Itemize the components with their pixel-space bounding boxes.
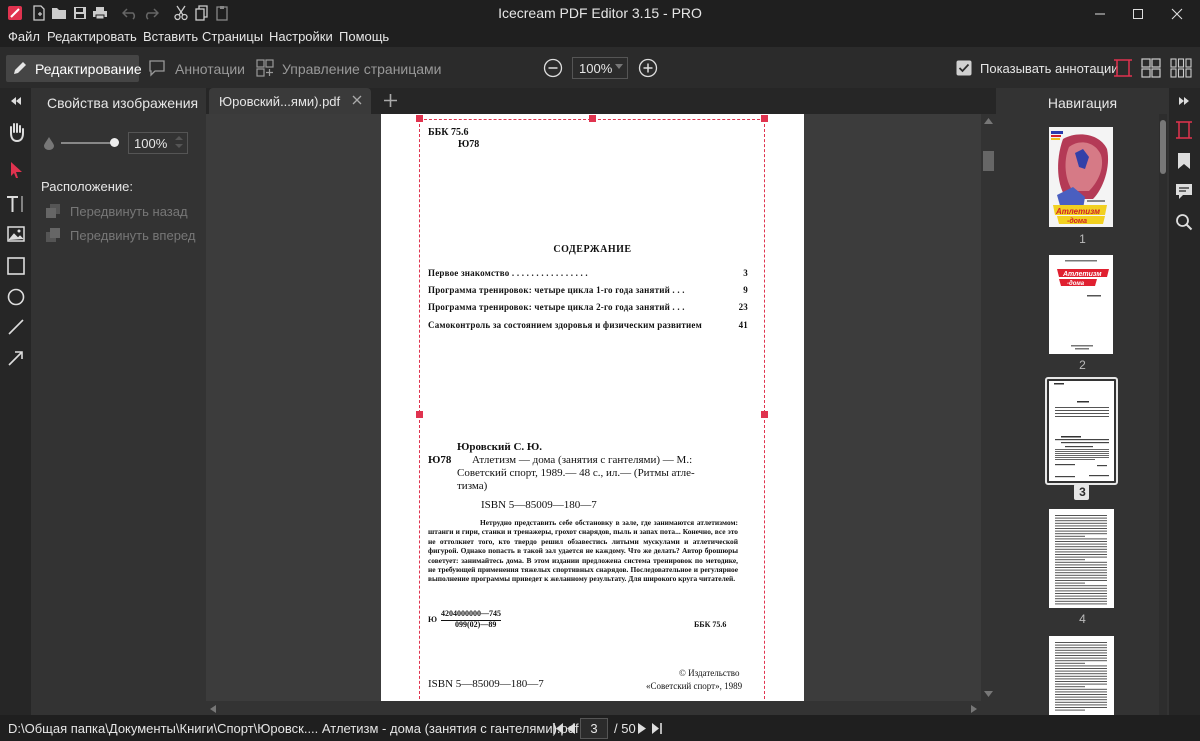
resize-handle[interactable] — [416, 411, 423, 418]
checkbox-icon[interactable] — [956, 60, 972, 76]
properties-title: Свойства изображения — [47, 95, 199, 111]
grid-view-icon[interactable] — [1141, 58, 1161, 78]
save-icon[interactable] — [71, 4, 89, 22]
thumbnail-grid-icon[interactable] — [1170, 58, 1192, 78]
scroll-down-icon[interactable] — [984, 691, 993, 697]
menu-pages[interactable]: Страницы — [202, 29, 263, 44]
image-selection-frame[interactable] — [419, 119, 765, 709]
last-page-icon[interactable] — [652, 723, 662, 734]
tool-column — [0, 88, 31, 715]
menu-help[interactable]: Помощь — [339, 29, 389, 44]
page-thumbnail[interactable] — [1049, 636, 1114, 715]
page-number-label: 3 — [1079, 485, 1086, 499]
layers-icon — [45, 203, 61, 219]
page-thumbnail[interactable]: Атлетизм -дома — [1049, 127, 1113, 227]
move-back-button[interactable]: Передвинуть назад — [70, 204, 188, 219]
page-manager-icon[interactable] — [256, 59, 274, 77]
line-icon[interactable] — [4, 315, 27, 338]
app-logo-icon — [6, 4, 24, 22]
add-tab-icon[interactable] — [384, 94, 397, 107]
page-thumbnail[interactable] — [1049, 381, 1114, 481]
vertical-scrollbar[interactable] — [981, 114, 996, 715]
pencil-icon — [12, 60, 28, 76]
print-icon[interactable] — [91, 4, 109, 22]
close-icon[interactable] — [352, 95, 362, 105]
collapse-right-icon[interactable] — [1178, 96, 1190, 106]
prev-page-icon[interactable] — [567, 723, 575, 734]
open-folder-icon[interactable] — [50, 4, 68, 22]
position-label: Расположение: — [41, 179, 133, 194]
search-icon[interactable] — [1173, 211, 1195, 233]
page-number-input[interactable]: 3 — [580, 718, 608, 739]
page-number-label: 2 — [1079, 358, 1086, 372]
spinner-icon[interactable] — [175, 135, 183, 149]
annotation-icon[interactable] — [148, 59, 166, 77]
resize-handle[interactable] — [761, 411, 768, 418]
collapse-left-icon[interactable] — [10, 96, 22, 106]
navigation-scroll-thumb[interactable] — [1160, 120, 1166, 174]
scroll-up-icon[interactable] — [984, 118, 993, 124]
move-forward-button[interactable]: Передвинуть вперед — [70, 228, 195, 243]
edit-mode-label: Редактирование — [35, 61, 142, 77]
zoom-value: 100% — [579, 61, 613, 76]
menu-edit[interactable]: Редактировать — [47, 29, 137, 44]
page-thumbnail[interactable] — [1049, 509, 1114, 608]
annotations-mode-button[interactable]: Аннотации — [175, 61, 245, 77]
cut-icon[interactable] — [172, 4, 190, 22]
scroll-left-icon[interactable] — [210, 705, 216, 713]
image-tool-icon[interactable] — [4, 222, 27, 245]
undo-icon[interactable] — [121, 4, 139, 22]
redo-icon[interactable] — [142, 4, 160, 22]
opacity-slider-thumb[interactable] — [110, 138, 119, 147]
resize-handle[interactable] — [589, 115, 596, 122]
layers-icon — [45, 227, 61, 243]
next-page-icon[interactable] — [638, 723, 646, 734]
file-path: D:\Общая папка\Документы\Книги\Спорт\Юро… — [8, 721, 579, 736]
zoom-out-icon[interactable] — [543, 58, 563, 78]
paste-icon[interactable] — [213, 4, 231, 22]
copy-icon[interactable] — [193, 4, 211, 22]
first-page-icon[interactable] — [553, 723, 563, 734]
page-number-label: 4 — [1079, 612, 1086, 626]
tab-document-label: Юровский...ями).pdf — [219, 94, 341, 109]
menu-file[interactable]: Файл — [8, 29, 40, 44]
page-nav-icon[interactable] — [1173, 119, 1195, 141]
bookmark-icon[interactable] — [1173, 150, 1195, 172]
total-pages: / 50 — [614, 721, 636, 736]
svg-text:Атлетизм: Атлетизм — [1055, 207, 1100, 216]
svg-text:Атлетизм: Атлетизм — [1062, 271, 1102, 278]
zoom-in-icon[interactable] — [638, 58, 658, 78]
show-annotations-label: Показывать аннотации — [980, 61, 1119, 76]
menu-settings[interactable]: Настройки — [269, 29, 333, 44]
comments-icon[interactable] — [1173, 180, 1195, 202]
text-tool-icon[interactable] — [4, 192, 27, 215]
opacity-icon — [43, 136, 55, 150]
single-page-icon[interactable] — [1112, 58, 1134, 78]
select-arrow-icon[interactable] — [4, 158, 27, 181]
new-file-icon[interactable] — [30, 4, 48, 22]
horizontal-scrollbar[interactable] — [206, 701, 996, 715]
scroll-right-icon[interactable] — [971, 705, 977, 713]
rectangle-icon[interactable] — [4, 254, 27, 277]
menu-insert[interactable]: Вставить — [143, 29, 198, 44]
page-thumbnail[interactable]: Атлетизм -дома — [1049, 255, 1113, 354]
scroll-thumb[interactable] — [983, 151, 994, 171]
navigation-scrollbar[interactable] — [1159, 114, 1167, 715]
opacity-value: 100% — [134, 136, 168, 151]
hand-icon[interactable] — [4, 120, 27, 143]
page-management-mode-button[interactable]: Управление страницами — [282, 61, 442, 77]
close-button[interactable] — [1154, 0, 1200, 27]
svg-text:-дома: -дома — [1067, 281, 1085, 287]
opacity-slider-track[interactable] — [61, 142, 115, 144]
resize-handle[interactable] — [416, 115, 423, 122]
arrow-icon[interactable] — [4, 346, 27, 369]
svg-text:-дома: -дома — [1067, 217, 1087, 225]
chevron-down-icon — [615, 64, 623, 70]
resize-handle[interactable] — [761, 115, 768, 122]
navigation-title: Навигация — [1047, 95, 1118, 111]
ellipse-icon[interactable] — [4, 285, 27, 308]
page-number-label: 1 — [1079, 232, 1086, 246]
